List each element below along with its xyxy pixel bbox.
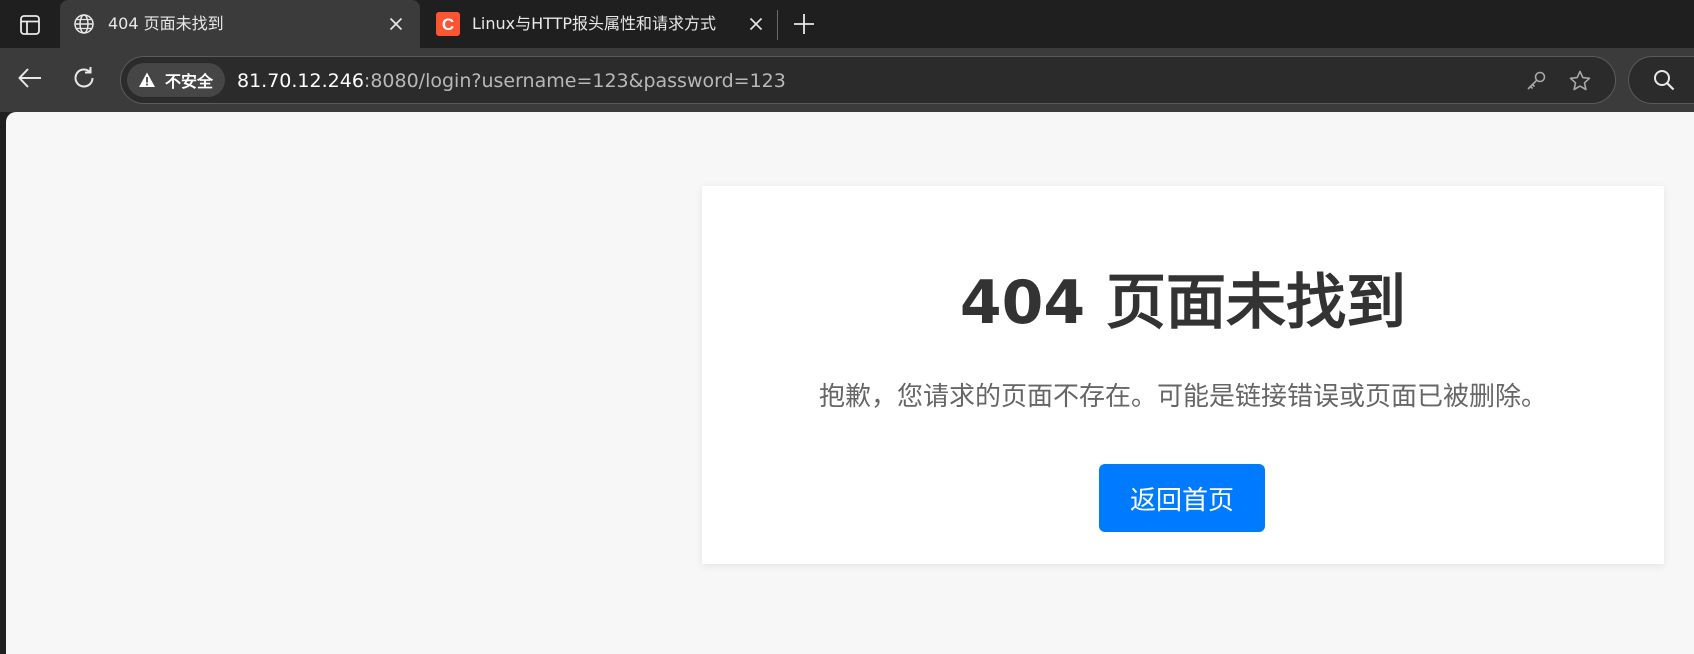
return-home-button[interactable]: 返回首页 <box>1099 464 1265 532</box>
error-card: 404 页面未找到 抱歉，您请求的页面不存在。可能是链接错误或页面已被删除。 返… <box>702 186 1664 564</box>
page-title: 404 页面未找到 <box>959 268 1407 338</box>
url-text[interactable]: 81.70.12.246:8080/login?username=123&pas… <box>237 69 786 93</box>
close-icon[interactable] <box>384 12 408 36</box>
tab-title: Linux与HTTP报头属性和请求方式 <box>472 14 717 33</box>
key-icon[interactable] <box>1523 68 1549 94</box>
warning-icon <box>137 70 157 90</box>
csdn-c-icon: C <box>436 12 460 36</box>
svg-text:C: C <box>442 15 454 34</box>
star-icon[interactable] <box>1567 68 1593 94</box>
page-viewport: 404 页面未找到 抱歉，您请求的页面不存在。可能是链接错误或页面已被删除。 返… <box>6 112 1694 654</box>
toolbar: 不安全 81.70.12.246:8080/login?username=123… <box>0 48 1694 112</box>
tab-404[interactable]: 404 页面未找到 <box>60 0 420 48</box>
new-tab-icon[interactable] <box>786 6 822 42</box>
tab-actions-icon[interactable] <box>8 7 52 43</box>
url-path: :8080/login?username=123&password=123 <box>363 70 786 92</box>
tab-separator <box>777 10 778 40</box>
reload-icon[interactable] <box>66 60 102 96</box>
tab-title: 404 页面未找到 <box>108 14 224 33</box>
search-box[interactable] <box>1628 56 1694 104</box>
address-bar[interactable]: 不安全 81.70.12.246:8080/login?username=123… <box>120 56 1616 104</box>
tab-strip: 404 页面未找到 C Linux与HTTP报头属性和请求方式 <box>0 0 1694 48</box>
tab-csdn[interactable]: C Linux与HTTP报头属性和请求方式 <box>424 0 779 48</box>
back-arrow-icon[interactable] <box>12 60 48 96</box>
error-message: 抱歉，您请求的页面不存在。可能是链接错误或页面已被删除。 <box>818 382 1547 412</box>
security-label: 不安全 <box>165 72 214 91</box>
security-chip[interactable]: 不安全 <box>127 63 226 97</box>
search-icon[interactable] <box>1651 67 1677 93</box>
close-icon[interactable] <box>744 12 768 36</box>
url-host: 81.70.12.246 <box>237 70 364 92</box>
globe-icon <box>72 12 96 36</box>
